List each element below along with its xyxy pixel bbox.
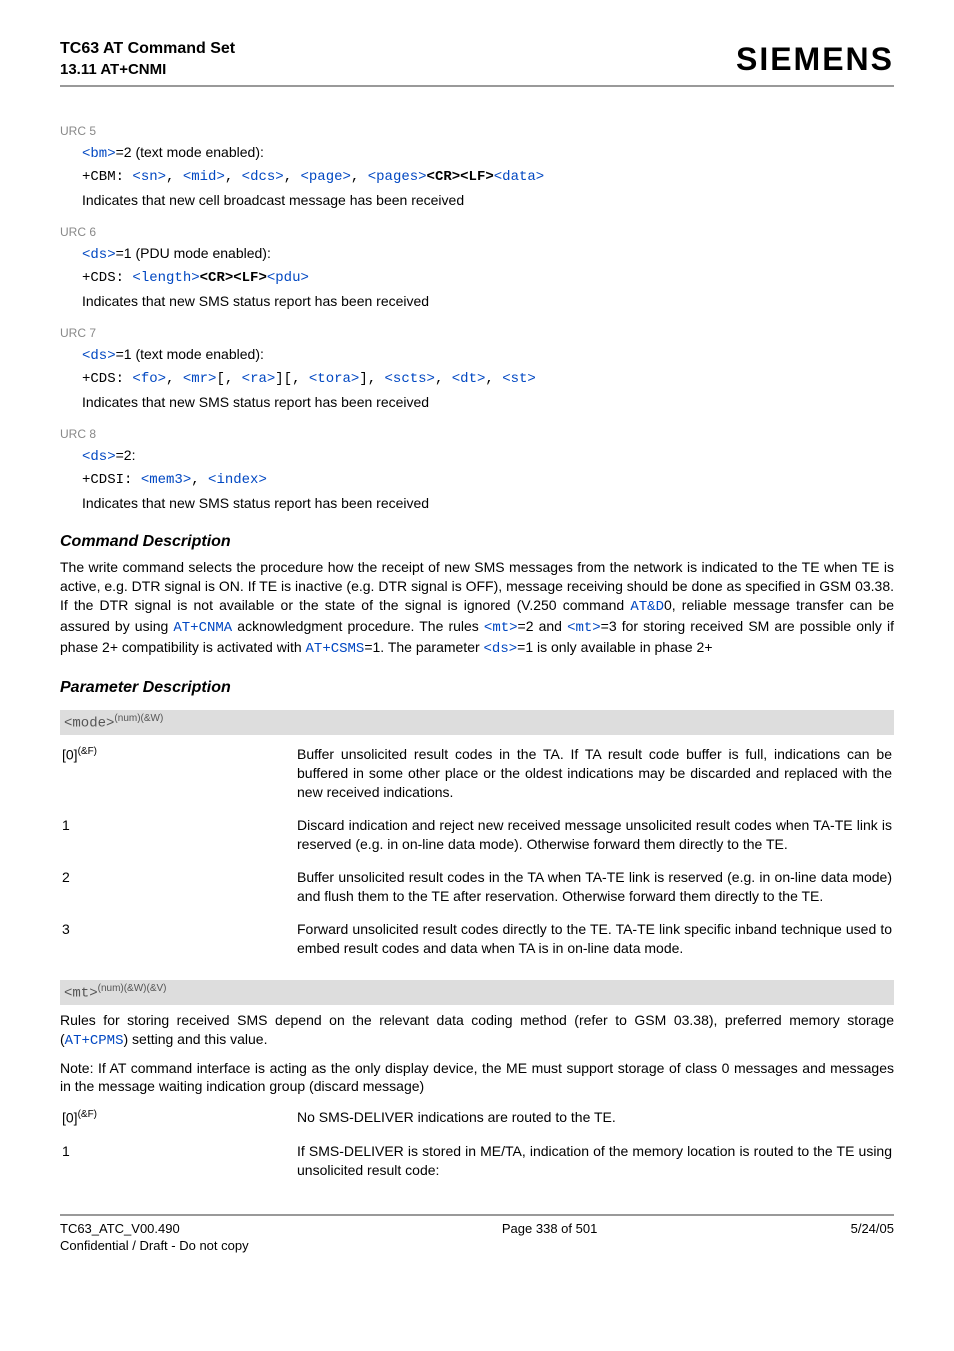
footer-date: 5/24/05 (851, 1220, 894, 1255)
mid-link[interactable]: <mid> (183, 169, 225, 185)
mt-link[interactable]: <mt> (484, 620, 518, 636)
fo-link[interactable]: <fo> (132, 371, 166, 387)
brand-logo: SIEMENS (736, 38, 894, 81)
table-row: [0](&F) Buffer unsolicited result codes … (60, 741, 894, 812)
urc6-condition: <ds>=1 (PDU mode enabled): (82, 244, 894, 265)
mt-link[interactable]: <mt> (567, 620, 601, 636)
index-link[interactable]: <index> (208, 472, 267, 488)
parameter-description-heading: Parameter Description (60, 677, 894, 699)
tora-link[interactable]: <tora> (309, 371, 359, 387)
pdu-link[interactable]: <pdu> (267, 270, 309, 286)
atcpms-link[interactable]: AT+CPMS (65, 1033, 124, 1049)
mr-link[interactable]: <mr> (183, 371, 217, 387)
urc5-desc: Indicates that new cell broadcast messag… (82, 191, 894, 210)
ds-link[interactable]: <ds> (82, 449, 116, 465)
mode-param-table: [0](&F) Buffer unsolicited result codes … (60, 741, 894, 967)
page-link[interactable]: <page> (301, 169, 351, 185)
footer-confidential: Confidential / Draft - Do not copy (60, 1237, 249, 1255)
bm-link[interactable]: <bm> (82, 146, 116, 162)
pages-link[interactable]: <pages> (368, 169, 427, 185)
urc8-code: +CDSI: <mem3>, <index> (82, 471, 894, 490)
table-row: 1 If SMS-DELIVER is stored in ME/TA, ind… (60, 1138, 894, 1190)
urc6-label: URC 6 (60, 224, 894, 240)
urc5-condition: <bm>=2 (text mode enabled): (82, 143, 894, 164)
mt-param-header: <mt>(num)(&W)(&V) (60, 980, 894, 1005)
table-row: 3 Forward unsolicited result codes direc… (60, 916, 894, 968)
table-row: 1 Discard indication and reject new rece… (60, 812, 894, 864)
urc7-desc: Indicates that new SMS status report has… (82, 393, 894, 412)
length-link[interactable]: <length> (132, 270, 199, 286)
page-footer: TC63_ATC_V00.490 Confidential / Draft - … (60, 1214, 894, 1255)
sn-link[interactable]: <sn> (132, 169, 166, 185)
table-row: 2 Buffer unsolicited result codes in the… (60, 864, 894, 916)
command-description-text: The write command selects the procedure … (60, 558, 894, 658)
mode-param-header: <mode>(num)(&W) (60, 710, 894, 735)
urc5-code: +CBM: <sn>, <mid>, <dcs>, <page>, <pages… (82, 168, 894, 187)
command-description-heading: Command Description (60, 531, 894, 553)
atcnma-link[interactable]: AT+CNMA (173, 620, 232, 636)
urc6-code: +CDS: <length><CR><LF><pdu> (82, 269, 894, 288)
urc7-label: URC 7 (60, 325, 894, 341)
ds-link[interactable]: <ds> (82, 348, 116, 364)
page-header: TC63 AT Command Set 13.11 AT+CNMI SIEMEN… (60, 38, 894, 87)
urc7-code: +CDS: <fo>, <mr>[, <ra>][, <tora>], <sct… (82, 370, 894, 389)
urc5-label: URC 5 (60, 123, 894, 139)
urc8-desc: Indicates that new SMS status report has… (82, 494, 894, 513)
scts-link[interactable]: <scts> (385, 371, 435, 387)
ra-link[interactable]: <ra> (242, 371, 276, 387)
dcs-link[interactable]: <dcs> (242, 169, 284, 185)
urc7-condition: <ds>=1 (text mode enabled): (82, 345, 894, 366)
mt-param-table: [0](&F) No SMS-DELIVER indications are r… (60, 1104, 894, 1189)
atcsms-link[interactable]: AT+CSMS (306, 641, 365, 657)
ds-link[interactable]: <ds> (82, 247, 116, 263)
urc8-condition: <ds>=2: (82, 446, 894, 467)
table-row: [0](&F) No SMS-DELIVER indications are r… (60, 1104, 894, 1138)
ds-link[interactable]: <ds> (484, 641, 518, 657)
doc-section: 13.11 AT+CNMI (60, 60, 235, 80)
mem3-link[interactable]: <mem3> (141, 472, 191, 488)
urc8-label: URC 8 (60, 426, 894, 442)
data-link[interactable]: <data> (494, 169, 544, 185)
dt-link[interactable]: <dt> (452, 371, 486, 387)
mt-param-note: Note: If AT command interface is acting … (60, 1059, 894, 1097)
atd-link[interactable]: AT&D (630, 599, 664, 615)
urc6-desc: Indicates that new SMS status report has… (82, 292, 894, 311)
mt-param-intro: Rules for storing received SMS depend on… (60, 1011, 894, 1051)
st-link[interactable]: <st> (502, 371, 536, 387)
footer-version: TC63_ATC_V00.490 (60, 1220, 249, 1238)
footer-page-number: Page 338 of 501 (502, 1220, 597, 1255)
doc-title: TC63 AT Command Set (60, 38, 235, 60)
